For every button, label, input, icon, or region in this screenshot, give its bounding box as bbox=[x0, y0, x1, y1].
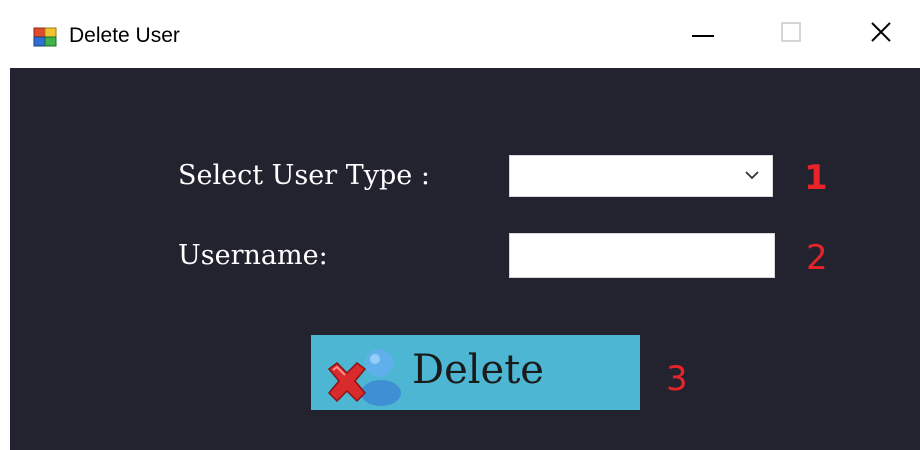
minimize-icon bbox=[692, 25, 714, 43]
window-title: Delete User bbox=[69, 24, 180, 47]
minimize-button[interactable] bbox=[668, 10, 738, 58]
username-label: Username: bbox=[178, 240, 328, 271]
app-form-icon bbox=[33, 26, 57, 48]
username-input[interactable] bbox=[509, 233, 775, 278]
delete-user-icon bbox=[319, 341, 401, 407]
annotation-number-1: 1 bbox=[804, 158, 828, 198]
user-type-select[interactable] bbox=[509, 155, 773, 197]
annotation-number-2: 2 bbox=[806, 238, 828, 278]
close-button[interactable] bbox=[846, 10, 916, 58]
title-bar[interactable]: Delete User bbox=[0, 0, 920, 68]
maximize-icon bbox=[781, 21, 801, 47]
user-type-label: Select User Type : bbox=[178, 160, 430, 191]
chevron-down-icon[interactable] bbox=[744, 168, 760, 187]
close-icon bbox=[870, 21, 892, 48]
delete-button-label: Delete bbox=[412, 347, 544, 393]
maximize-button[interactable] bbox=[756, 10, 826, 58]
delete-button[interactable]: Delete bbox=[311, 335, 640, 410]
annotation-number-3: 3 bbox=[666, 359, 688, 399]
